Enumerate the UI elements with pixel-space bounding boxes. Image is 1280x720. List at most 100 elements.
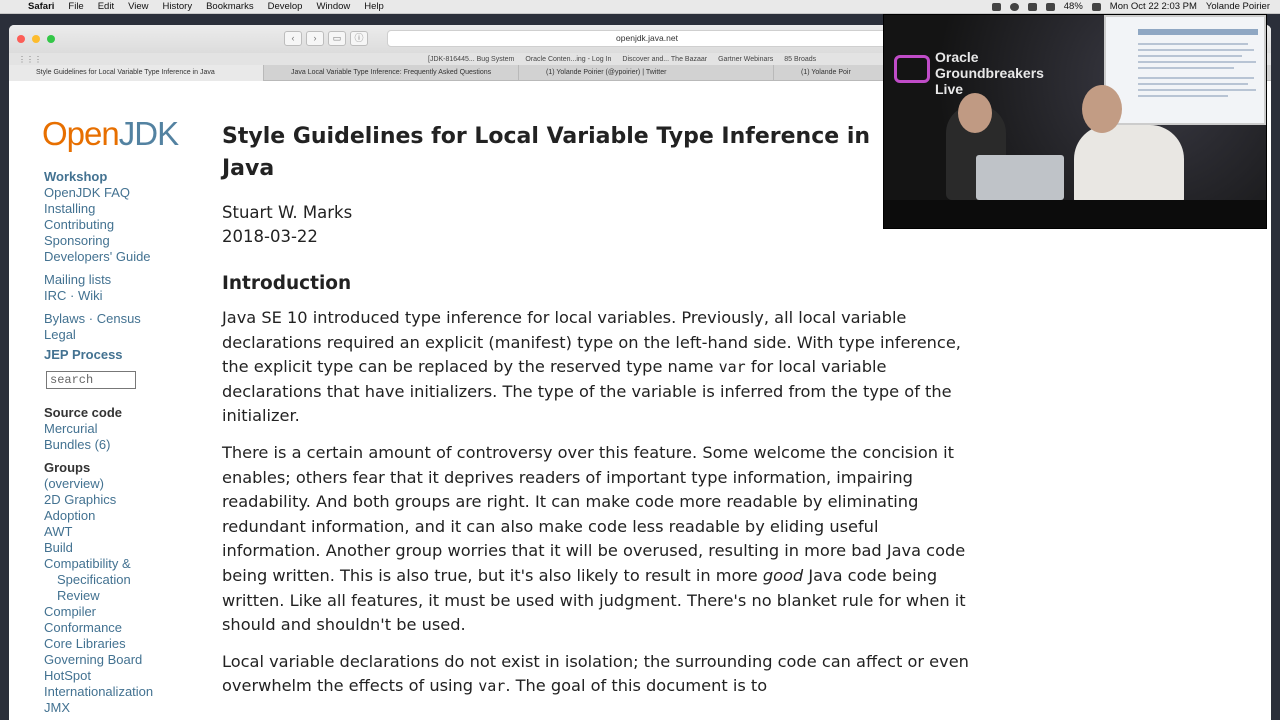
reader-info-icon[interactable]: ⓘ xyxy=(350,31,368,46)
menu-view[interactable]: View xyxy=(128,1,148,12)
favorite-link[interactable]: 85 Broads xyxy=(784,56,816,63)
p2-text-a: There is a certain amount of controversy… xyxy=(222,442,966,585)
search-input[interactable]: search xyxy=(46,371,136,389)
brand-line-3: Live xyxy=(935,81,964,97)
window-controls xyxy=(9,35,55,43)
back-button[interactable]: ‹ xyxy=(284,31,302,46)
top-sites-icon[interactable]: ⋮⋮⋮ xyxy=(18,55,42,64)
groundbreakers-logo-icon xyxy=(894,55,930,83)
author-block: Stuart W. Marks 2018-03-22 xyxy=(222,201,972,249)
bluetooth-icon[interactable] xyxy=(1045,2,1055,11)
sidebar-group-link[interactable]: Adoption xyxy=(44,508,194,524)
sidebar-group-link[interactable]: Core Libraries xyxy=(44,636,194,652)
sidebar-link[interactable]: Installing xyxy=(44,201,194,217)
sidebar-group-link[interactable]: HotSpot xyxy=(44,668,194,684)
menu-bookmarks[interactable]: Bookmarks xyxy=(206,1,254,12)
sidebar-group-link[interactable]: Review xyxy=(44,588,194,604)
sidebar-nav: Workshop OpenJDK FAQ Installing Contribu… xyxy=(44,165,194,716)
p2-emphasis: good xyxy=(762,565,804,585)
sidebar-link[interactable]: Bylaws · Census xyxy=(44,311,194,327)
brand-line-2: Groundbreakers xyxy=(935,65,1044,81)
desk xyxy=(884,200,1266,228)
sidebar-group-link[interactable]: Compiler xyxy=(44,604,194,620)
presenter-right xyxy=(1074,125,1184,205)
sidebar-toggle-icon[interactable]: ▭ xyxy=(328,31,346,46)
author-name: Stuart W. Marks xyxy=(222,203,353,222)
sidebar-group-link[interactable]: Governing Board xyxy=(44,652,194,668)
tab-style-guidelines[interactable]: Style Guidelines for Local Variable Type… xyxy=(9,65,264,81)
sidebar-link[interactable]: IRC · Wiki xyxy=(44,288,194,304)
sidebar-jep-process[interactable]: JEP Process xyxy=(44,347,194,363)
menu-bar: Safari File Edit View History Bookmarks … xyxy=(0,0,1280,14)
favorite-link[interactable]: Discover and... The Bazaar xyxy=(622,56,707,63)
groundbreakers-brand: Oracle Groundbreakers Live xyxy=(935,49,1044,97)
title-line-1: Style Guidelines for Local Variable Type… xyxy=(222,124,871,149)
tab-faq[interactable]: Java Local Variable Type Inference: Freq… xyxy=(264,65,519,81)
brand-line-1: Oracle xyxy=(935,49,979,65)
menu-clock[interactable]: Mon Oct 22 2:03 PM xyxy=(1110,1,1197,12)
menu-develop[interactable]: Develop xyxy=(268,1,303,12)
paragraph-1: Java SE 10 introduced type inference for… xyxy=(222,306,972,429)
sidebar-link[interactable]: Contributing xyxy=(44,217,194,233)
battery-icon[interactable] xyxy=(1091,2,1101,11)
menu-file[interactable]: File xyxy=(68,1,83,12)
sidebar-group-link[interactable]: 2D Graphics xyxy=(44,492,194,508)
presenter-right-head xyxy=(1082,85,1122,133)
menu-window[interactable]: Window xyxy=(316,1,350,12)
tab-twitter[interactable]: (1) Yolande Poirier (@ypoirier) | Twitte… xyxy=(519,65,774,81)
title-line-2: Java xyxy=(222,156,275,181)
logo-jdk: JDK xyxy=(118,115,179,152)
close-window-button[interactable] xyxy=(17,35,25,43)
sidebar-group-link[interactable]: AWT xyxy=(44,524,194,540)
paragraph-2: There is a certain amount of controversy… xyxy=(222,441,972,638)
logo-open: Open xyxy=(42,115,120,152)
page-title: Style Guidelines for Local Variable Type… xyxy=(222,121,972,185)
p1-code-var: var xyxy=(718,358,746,377)
menu-edit[interactable]: Edit xyxy=(98,1,114,12)
laptop xyxy=(976,155,1064,200)
nav-buttons: ‹ › ▭ ⓘ xyxy=(284,31,368,46)
sidebar-link[interactable]: Developers' Guide xyxy=(44,249,194,265)
menu-user[interactable]: Yolande Poirier xyxy=(1206,1,1270,12)
minimize-window-button[interactable] xyxy=(32,35,40,43)
p3-code-var: var xyxy=(478,677,506,696)
fullscreen-window-button[interactable] xyxy=(47,35,55,43)
video-overlay[interactable]: Oracle Groundbreakers Live xyxy=(883,14,1267,229)
section-heading-introduction: Introduction xyxy=(222,273,352,294)
address-bar[interactable]: openjdk.java.net xyxy=(387,30,907,47)
sidebar-workshop[interactable]: Workshop xyxy=(44,169,194,185)
sidebar-link[interactable]: Bundles (6) xyxy=(44,437,194,453)
article-date: 2018-03-22 xyxy=(222,227,318,246)
sidebar-group-link[interactable]: Conformance xyxy=(44,620,194,636)
presentation-screen xyxy=(1104,15,1266,125)
favorite-link[interactable]: Gartner Webinars xyxy=(718,56,773,63)
sidebar-group-link[interactable]: JMX xyxy=(44,700,194,716)
sidebar-source-heading: Source code xyxy=(44,405,123,420)
sidebar-group-link[interactable]: Compatibility & xyxy=(44,556,194,572)
wifi-icon[interactable] xyxy=(1027,2,1037,11)
menu-app[interactable]: Safari xyxy=(28,1,54,12)
status-area: 48% Mon Oct 22 2:03 PM Yolande Poirier xyxy=(991,1,1280,12)
menu-history[interactable]: History xyxy=(163,1,193,12)
article: Style Guidelines for Local Variable Type… xyxy=(222,121,972,699)
skype-icon[interactable] xyxy=(1009,2,1019,11)
dropbox-icon[interactable] xyxy=(991,2,1001,11)
paragraph-3: Local variable declarations do not exist… xyxy=(222,650,972,699)
favorite-link[interactable]: Oracle Conten...ing - Log In xyxy=(525,56,611,63)
sidebar-link[interactable]: OpenJDK FAQ xyxy=(44,185,194,201)
sidebar-group-link[interactable]: Specification xyxy=(44,572,194,588)
battery-percent[interactable]: 48% xyxy=(1064,1,1083,12)
sidebar-group-link[interactable]: (overview) xyxy=(44,476,194,492)
sidebar-group-link[interactable]: Build xyxy=(44,540,194,556)
menu-help[interactable]: Help xyxy=(364,1,384,12)
sidebar-link[interactable]: Mercurial xyxy=(44,421,194,437)
p3-text-b: . The goal of this document is to xyxy=(505,676,768,696)
sidebar-link[interactable]: Mailing lists xyxy=(44,272,194,288)
openjdk-logo[interactable]: OpenJDK xyxy=(42,115,179,153)
favorite-link[interactable]: [JDK-816445... Bug System xyxy=(428,56,514,63)
sidebar-group-link[interactable]: Internationalization xyxy=(44,684,194,700)
sidebar-link[interactable]: Legal xyxy=(44,327,194,343)
forward-button[interactable]: › xyxy=(306,31,324,46)
sidebar-link[interactable]: Sponsoring xyxy=(44,233,194,249)
sidebar-groups-heading: Groups xyxy=(44,460,91,475)
